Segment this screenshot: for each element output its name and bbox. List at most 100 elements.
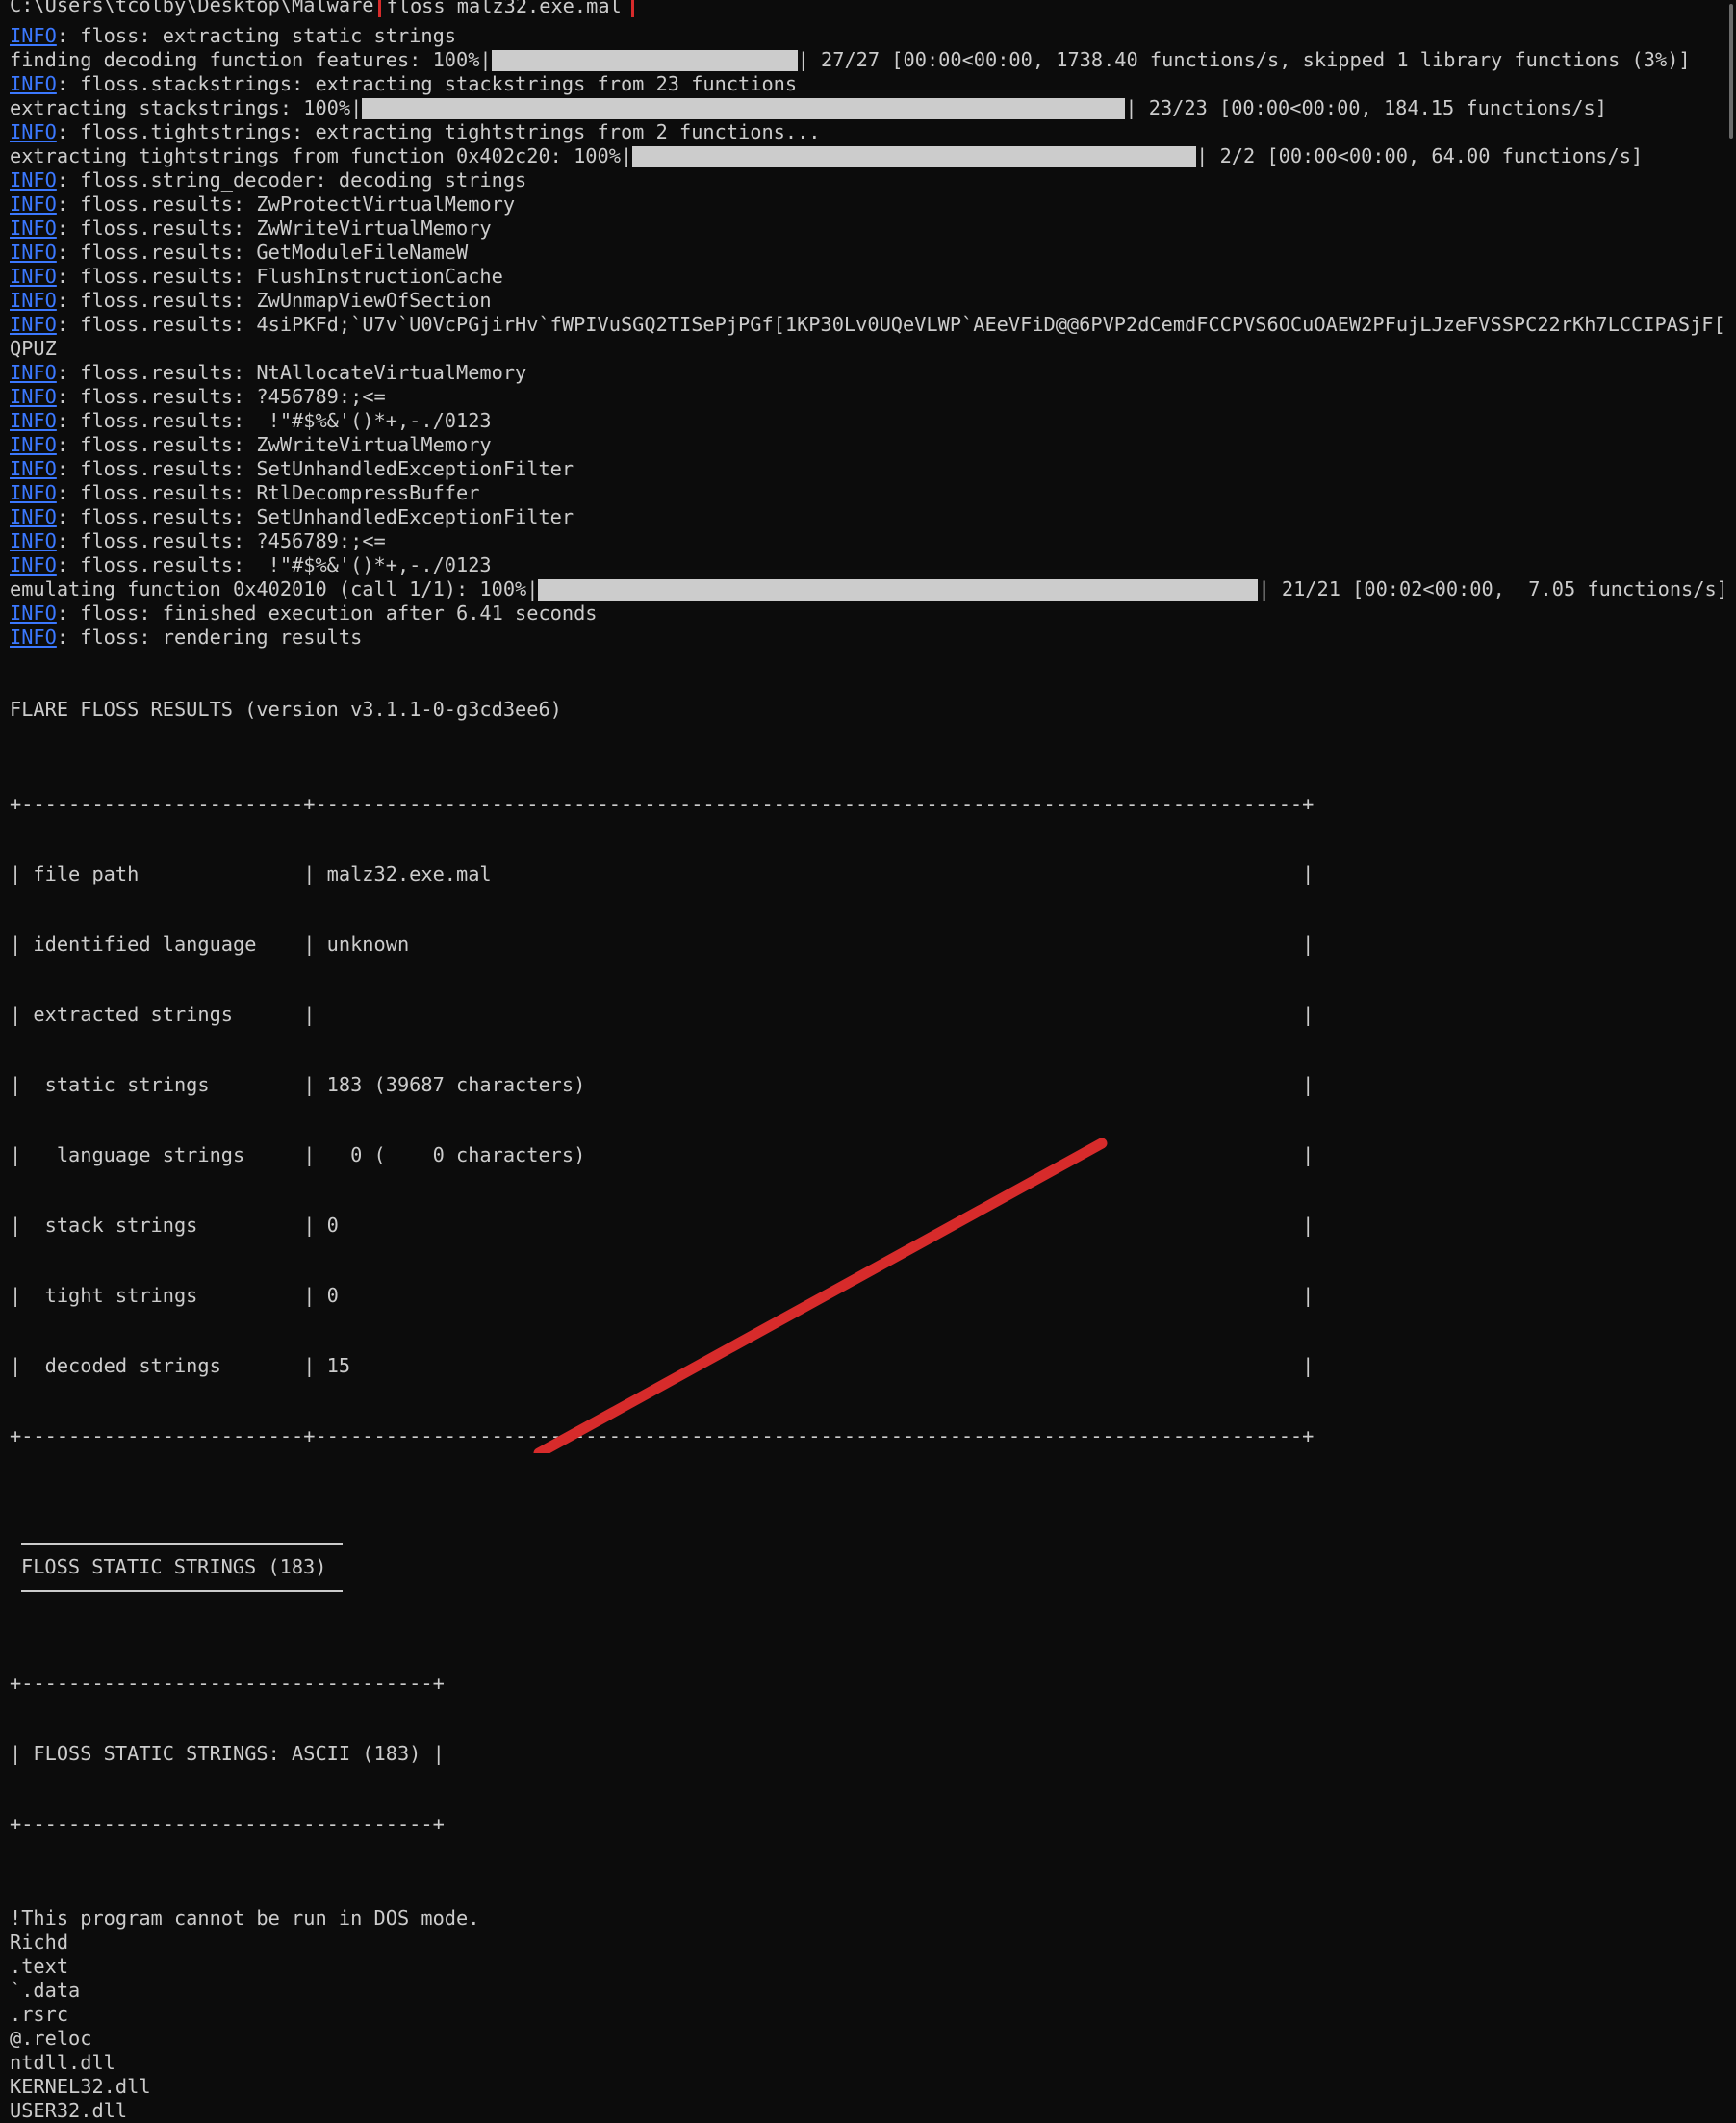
progress-line-stackstrings: extracting stackstrings: 100%| | 23/23 [0… [10, 96, 1724, 120]
log-text: : floss.results: ZwWriteVirtualMemory [56, 433, 492, 456]
log-text: : floss.results: SetUnhandledExceptionFi… [56, 505, 574, 528]
static-strings-section-title: FLOSS STATIC STRINGS (183) [21, 1555, 327, 1578]
box-border: +-----------------------------------+ [10, 1812, 445, 1835]
info-tag: INFO [10, 529, 57, 552]
ascii-strings-header-box: +-----------------------------------+ | … [10, 1625, 1724, 1882]
log-line: INFO: floss.string_decoder: decoding str… [10, 168, 1724, 192]
info-tag: INFO [10, 72, 57, 95]
log-text: : floss: extracting static strings [56, 24, 456, 47]
log-line: INFO: floss: finished execution after 6.… [10, 601, 1724, 626]
log-line: INFO: floss.results: SetUnhandledExcepti… [10, 457, 1724, 481]
log-text: : floss.results: ZwWriteVirtualMemory [56, 217, 492, 240]
log-line: INFO: floss.results: SetUnhandledExcepti… [10, 505, 1724, 529]
log-text: : floss.results: RtlDecompressBuffer [56, 481, 480, 504]
log-text: : floss: finished execution after 6.41 s… [56, 601, 598, 625]
info-tag: INFO [10, 241, 57, 264]
log-line: INFO: floss.results: ZwWriteVirtualMemor… [10, 433, 1724, 457]
log-text: : floss.results: NtAllocateVirtualMemory [56, 361, 527, 384]
table-row: | decoded strings | 15 | [10, 1354, 1315, 1377]
log-text: : floss.results: 4siPKFd;`U7v`U0VcPGjirH… [56, 313, 1724, 336]
info-tag: INFO [10, 265, 57, 288]
list-item: .text [10, 1955, 69, 1978]
info-tag: INFO [10, 601, 57, 625]
log-line: INFO: floss: extracting static strings [10, 24, 1724, 48]
log-line: INFO: floss.results: NtAllocateVirtualMe… [10, 361, 1724, 385]
prompt-line: C:\Users\tcolby\Desktop\Malware floss mal… [10, 0, 1724, 17]
info-tag: INFO [10, 433, 57, 456]
log-line: INFO: floss.results: ZwProtectVirtualMem… [10, 192, 1724, 217]
log-line: INFO: floss.results: !"#$%&'()*+,-./0123 [10, 409, 1724, 433]
info-tag: INFO [10, 505, 57, 528]
info-tag: INFO [10, 481, 57, 504]
table-row: | stack strings | 0 | [10, 1214, 1315, 1237]
info-tag: INFO [10, 385, 57, 408]
log-line: INFO: floss.results: ZwUnmapViewOfSectio… [10, 289, 1724, 313]
progress-stats: | 2/2 [00:00<00:00, 64.00 functions/s] [1196, 144, 1644, 167]
log-line: INFO: floss.results: FlushInstructionCac… [10, 265, 1724, 289]
log-text: : floss: rendering results [56, 626, 363, 649]
log-line: INFO: floss.stackstrings: extracting sta… [10, 72, 1724, 96]
log-line: INFO: floss.results: !"#$%&'()*+,-./0123 [10, 553, 1724, 577]
log-text: : floss.results: FlushInstructionCache [56, 265, 503, 288]
results-title: FLARE FLOSS RESULTS (version v3.1.1-0-g3… [10, 698, 562, 721]
log-line: INFO: floss: rendering results [10, 626, 1724, 650]
info-tag: INFO [10, 457, 57, 480]
info-tag: INFO [10, 289, 57, 312]
log-text: QPUZ [10, 337, 57, 360]
progress-label: extracting stackstrings: 100%| [10, 96, 363, 119]
log-line: INFO: floss.results: RtlDecompressBuffer [10, 481, 1724, 505]
box-border: +-----------------------------------+ [10, 1672, 445, 1695]
list-item: USER32.dll [10, 2099, 128, 2122]
scrollbar-thumb[interactable] [1729, 4, 1733, 139]
log-line: INFO: floss.results: 4siPKFd;`U7v`U0VcPG… [10, 313, 1724, 337]
progress-line-decoding: finding decoding function features: 100%… [10, 48, 1724, 72]
log-line: INFO: floss.results: ?456789:;<= [10, 529, 1724, 553]
log-line: INFO: floss.results: ZwWriteVirtualMemor… [10, 217, 1724, 241]
info-tag: INFO [10, 192, 57, 216]
table-row: | language strings | 0 ( 0 characters) | [10, 1143, 1315, 1166]
log-text: : floss.results: SetUnhandledExceptionFi… [56, 457, 574, 480]
list-item: .rsrc [10, 2003, 69, 2026]
table-row: | identified language | unknown | [10, 933, 1315, 956]
prompt-path: C:\Users\tcolby\Desktop\Malware [10, 0, 374, 16]
log-text: : floss.results: ZwProtectVirtualMemory [56, 192, 516, 216]
progress-bar [538, 578, 1259, 601]
table-border: +------------------------+--------------… [10, 1424, 1315, 1447]
log-text: : floss.results: !"#$%&'()*+,-./0123 [56, 409, 492, 432]
progress-bar [632, 145, 1197, 167]
vertical-scrollbar[interactable] [1723, 0, 1736, 1453]
log-text: : floss.results: ZwUnmapViewOfSection [56, 289, 492, 312]
log-text: : floss.string_decoder: decoding strings [56, 168, 527, 192]
results-table: +------------------------+--------------… [10, 746, 1724, 1495]
progress-bar [491, 49, 798, 71]
table-row: | static strings | 183 (39687 characters… [10, 1073, 1315, 1096]
progress-line-tightstrings: extracting tightstrings from function 0x… [10, 144, 1724, 168]
progress-bar [362, 97, 1126, 119]
terminal-output: C:\Users\tcolby\Desktop\Malware floss mal… [10, 0, 1724, 2123]
info-tag: INFO [10, 168, 57, 192]
progress-stats: | 21/21 [00:02<00:00, 7.05 functions/s] [1258, 577, 1724, 601]
list-item: ntdll.dll [10, 2051, 115, 2074]
log-line: INFO: floss.results: GetModuleFileNameW [10, 241, 1724, 265]
info-tag: INFO [10, 120, 57, 143]
progress-line-emulating: emulating function 0x402010 (call 1/1): … [10, 577, 1724, 601]
log-line-wrap: QPUZ [10, 337, 1724, 361]
log-text: : floss.results: ?456789:;<= [56, 529, 386, 552]
info-tag: INFO [10, 24, 57, 47]
progress-stats: | 23/23 [00:00<00:00, 184.15 functions/s… [1125, 96, 1607, 119]
list-item: @.reloc [10, 2027, 92, 2050]
command-text: floss malz32.exe.mal [377, 0, 634, 17]
log-text: : floss.results: ?456789:;<= [56, 385, 386, 408]
table-row: | extracted strings | | [10, 1003, 1315, 1026]
list-item: Richd [10, 1931, 69, 1954]
static-strings-list: !This program cannot be run in DOS mode.… [10, 1906, 1724, 2123]
info-tag: INFO [10, 553, 57, 576]
log-line: INFO: floss.tightstrings: extracting tig… [10, 120, 1724, 144]
table-row: | file path | malz32.exe.mal | [10, 862, 1315, 885]
log-text: : floss.results: GetModuleFileNameW [56, 241, 469, 264]
log-text: : floss.stackstrings: extracting stackst… [56, 72, 798, 95]
list-item: !This program cannot be run in DOS mode. [10, 1906, 480, 1930]
table-border: +------------------------+--------------… [10, 792, 1315, 815]
progress-stats: | 27/27 [00:00<00:00, 1738.40 functions/… [797, 48, 1691, 71]
progress-label: emulating function 0x402010 (call 1/1): … [10, 577, 539, 601]
